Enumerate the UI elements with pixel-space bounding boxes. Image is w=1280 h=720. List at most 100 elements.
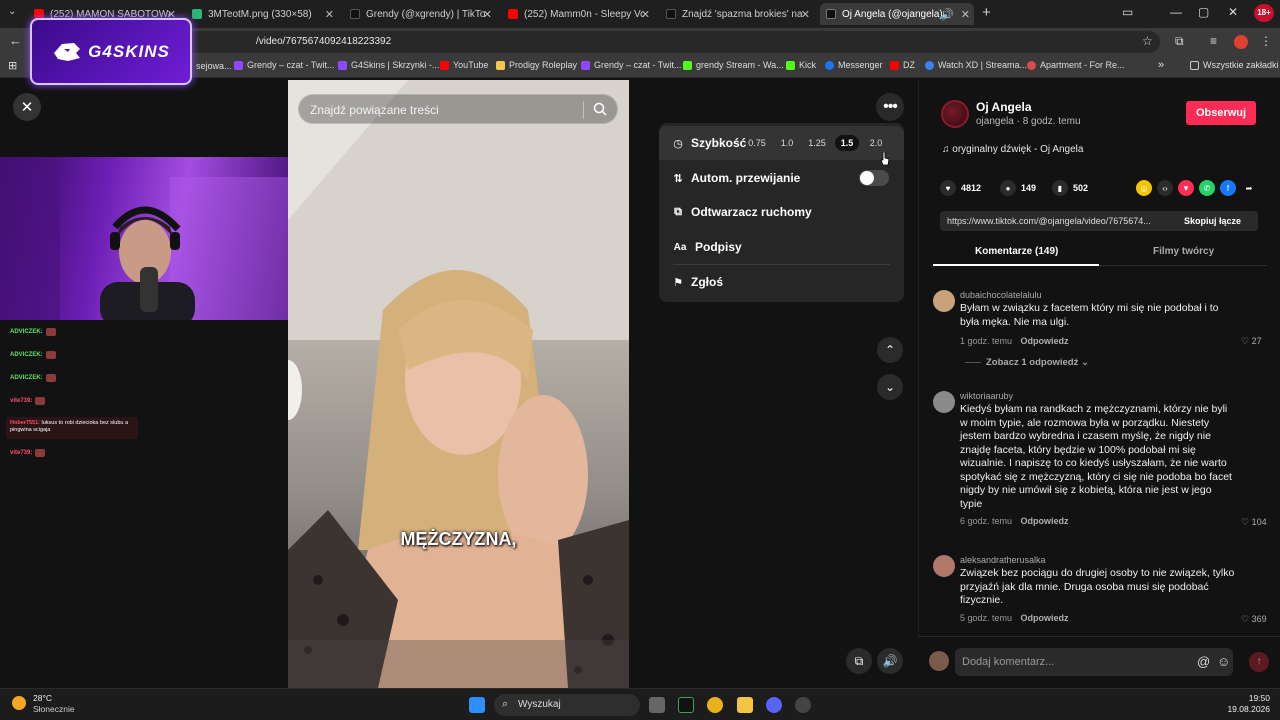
bookmark-item[interactable]: YouTube (440, 60, 488, 70)
tab-5[interactable]: Znajdź 'spazma brokies' na Tik ✕ (666, 3, 814, 25)
comment-like[interactable]: ♡ 369 (1241, 614, 1267, 625)
chrome-taskbar-icon[interactable] (707, 697, 723, 713)
bookmark-item[interactable]: G4Skins | Skrzynki -... (338, 60, 439, 70)
extensions-icon[interactable]: ⧉ (1175, 34, 1184, 49)
tab-2[interactable]: 3MTeotM.png (330×58) ✕ (192, 3, 338, 25)
share-arrow-icon[interactable]: ➦ (1241, 180, 1257, 196)
bookmark-item[interactable]: grendy Stream - Wa... (683, 60, 784, 70)
bookmark-item[interactable]: Prodigy Roleplay (496, 60, 577, 70)
comment-avatar[interactable] (933, 391, 955, 413)
bookmark-item[interactable]: Watch XD | Streama... (925, 60, 1027, 70)
file-explorer-icon[interactable] (737, 697, 753, 713)
whatsapp-icon[interactable]: ✆ (1199, 180, 1215, 196)
close-tab-icon[interactable]: ✕ (961, 8, 970, 21)
comment-avatar[interactable] (933, 290, 955, 312)
close-video-button[interactable]: ✕ (13, 93, 41, 121)
next-video-button[interactable]: ⌄ (877, 374, 903, 400)
autoscroll-toggle[interactable] (859, 170, 889, 186)
send-comment-button[interactable]: ↑ (1249, 652, 1269, 672)
facebook-icon[interactable]: f (1220, 180, 1236, 196)
bookmark-item[interactable]: Messenger (825, 60, 883, 70)
comment-like[interactable]: ♡ 104 (1241, 517, 1267, 528)
tab-creator-videos[interactable]: Filmy twórcy (1153, 246, 1214, 257)
author-name[interactable]: Oj Angela (976, 100, 1032, 114)
reply-button[interactable]: Odpowiedz (1021, 336, 1069, 346)
steam-icon[interactable] (795, 697, 811, 713)
bookmark-item[interactable]: Grendy – czat - Twit... (234, 60, 334, 70)
comment-username[interactable]: aleksandratherusalka (960, 555, 1046, 565)
close-tab-icon[interactable]: ✕ (641, 8, 650, 21)
tab-audio-icon[interactable]: 🔊 (940, 8, 954, 21)
media-control-icon[interactable]: ≡ (1210, 34, 1217, 48)
task-view-icon[interactable] (649, 697, 665, 713)
bookmark-star-icon[interactable]: ☆ (1142, 34, 1153, 48)
tab-search-icon[interactable]: ⌄ (8, 6, 22, 20)
related-search-input[interactable]: Znajdź powiązane treści (298, 94, 618, 124)
discord-icon[interactable] (766, 697, 782, 713)
author-avatar[interactable] (941, 100, 969, 128)
volume-button[interactable]: 🔊 (877, 648, 903, 674)
tab-4[interactable]: (252) Mamm0n - Sleepy Voice ✕ (508, 3, 654, 25)
close-window-button[interactable]: ✕ (1228, 5, 1238, 19)
bookmark-item[interactable]: DZ (890, 60, 915, 70)
video-link-text[interactable]: https://www.tiktok.com/@ojangela/video/7… (947, 216, 1177, 226)
profile-avatar[interactable] (1234, 35, 1248, 49)
copy-link-button[interactable]: Skopiuj łącze (1184, 216, 1241, 226)
comment-avatar[interactable] (933, 555, 955, 577)
follow-button[interactable]: Obserwuj (1186, 101, 1256, 125)
comment-input[interactable]: Dodaj komentarz... @ ☺ (955, 648, 1233, 676)
speed-option-0-75[interactable]: 0.75 (745, 135, 769, 151)
view-replies-button[interactable]: Zobacz 1 odpowiedź ⌄ (965, 357, 1089, 368)
windows-start-icon[interactable] (469, 697, 485, 713)
bookmark-item[interactable]: Grendy – czat - Twit... (581, 60, 681, 70)
bookmark-item[interactable]: Apartment - For Re... (1027, 60, 1125, 70)
terminal-app-icon[interactable] (678, 697, 694, 713)
more-bookmarks-icon[interactable]: » (1158, 59, 1164, 71)
speed-option-1-5-selected[interactable]: 1.5 (835, 135, 859, 151)
all-bookmarks[interactable]: Wszystkie zakładki (1190, 60, 1279, 70)
speed-option-2-0[interactable]: 2.0 (864, 135, 888, 151)
comment-like[interactable]: ♡ 27 (1241, 336, 1262, 347)
embed-icon[interactable]: ‹› (1157, 180, 1173, 196)
tab-comments[interactable]: Komentarze (149) (975, 246, 1058, 257)
save-stat[interactable]: ▮ 502 (1052, 180, 1088, 196)
search-icon[interactable] (593, 102, 607, 116)
close-tab-icon[interactable]: ✕ (325, 8, 334, 21)
bookmark-truncated[interactable]: sejowa... (196, 61, 232, 71)
autoscroll-row[interactable]: ⇅ Autom. przewijanie (659, 161, 904, 195)
taskbar-search[interactable]: ⌕ Wyszukaj (494, 694, 640, 716)
speed-option-1-25[interactable]: 1.25 (805, 135, 829, 151)
more-options-button[interactable]: ••• (876, 93, 904, 121)
report-row[interactable]: ⚑ Zgłoś (659, 265, 904, 299)
mention-icon[interactable]: @ (1197, 654, 1210, 669)
miniplayer-row[interactable]: ⧉ Odtwarzacz ruchomy (659, 195, 904, 229)
back-button[interactable]: ← (9, 33, 22, 48)
like-stat[interactable]: ♥ 4812 (940, 180, 981, 196)
comment-username[interactable]: dubaichocolatelalulu (960, 290, 1042, 300)
reply-button[interactable]: Odpowiedz (1021, 516, 1069, 526)
video-player[interactable] (288, 80, 629, 688)
minimize-button[interactable]: — (1170, 5, 1182, 19)
address-bar[interactable]: /video/7675674092418223392 ☆ (60, 31, 1160, 53)
bookmark-item[interactable]: Kick (786, 60, 816, 70)
comment-stat[interactable]: ● 149 (1000, 180, 1036, 196)
tab-3[interactable]: Grendy (@xgrendy) | TikTok ✕ (350, 3, 496, 25)
chrome-menu-icon[interactable]: ⋮ (1260, 34, 1272, 48)
close-tab-icon[interactable]: ✕ (483, 8, 492, 21)
new-tab-button[interactable]: + (982, 4, 991, 21)
miniplayer-toggle-button[interactable]: ⧉ (846, 648, 872, 674)
send-share-icon[interactable]: ▼ (1178, 180, 1194, 196)
system-clock[interactable]: 19:50 19.08.2026 (1226, 693, 1270, 715)
apps-grid-icon[interactable]: ⊞ (8, 59, 17, 72)
comment-username[interactable]: wiktoriaaruby (960, 391, 1013, 401)
tab-6-active[interactable]: Oj Angela (@ojangela) | Tik 🔊 ✕ (820, 3, 974, 25)
close-tab-icon[interactable]: ✕ (801, 8, 810, 21)
captions-row[interactable]: Aa Podpisy (659, 230, 904, 264)
coins-share-icon[interactable]: ◎ (1136, 180, 1152, 196)
window-tab-icon[interactable]: ▭ (1122, 5, 1133, 19)
emoji-icon[interactable]: ☺ (1217, 654, 1230, 669)
speed-option-1-0[interactable]: 1.0 (775, 135, 799, 151)
original-sound[interactable]: ♫ oryginalny dźwięk - Oj Angela (942, 144, 1083, 155)
maximize-button[interactable]: ▢ (1198, 5, 1209, 19)
reply-button[interactable]: Odpowiedz (1021, 613, 1069, 623)
